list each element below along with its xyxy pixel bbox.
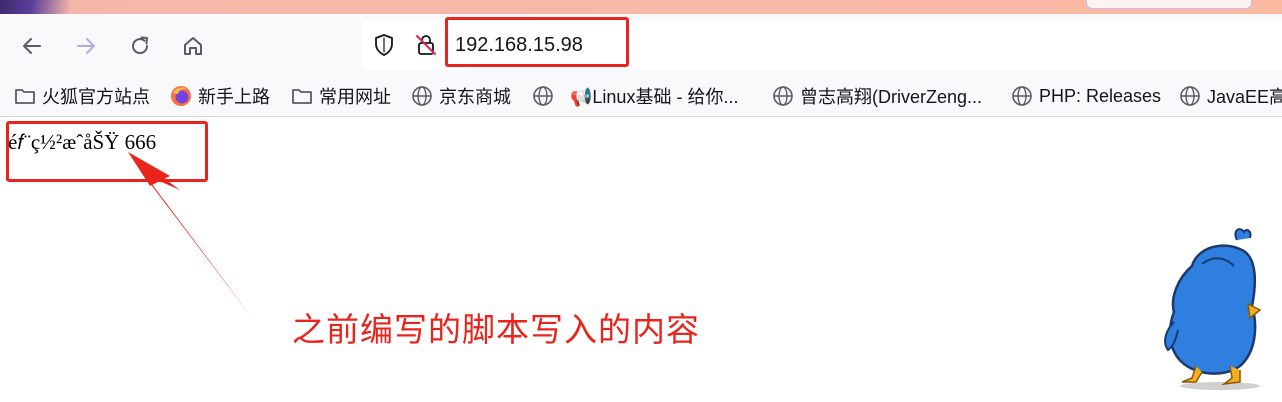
blue-bird-mascot [1164,228,1262,390]
annotation-text: 之前编写的脚本写入的内容 [292,310,700,349]
